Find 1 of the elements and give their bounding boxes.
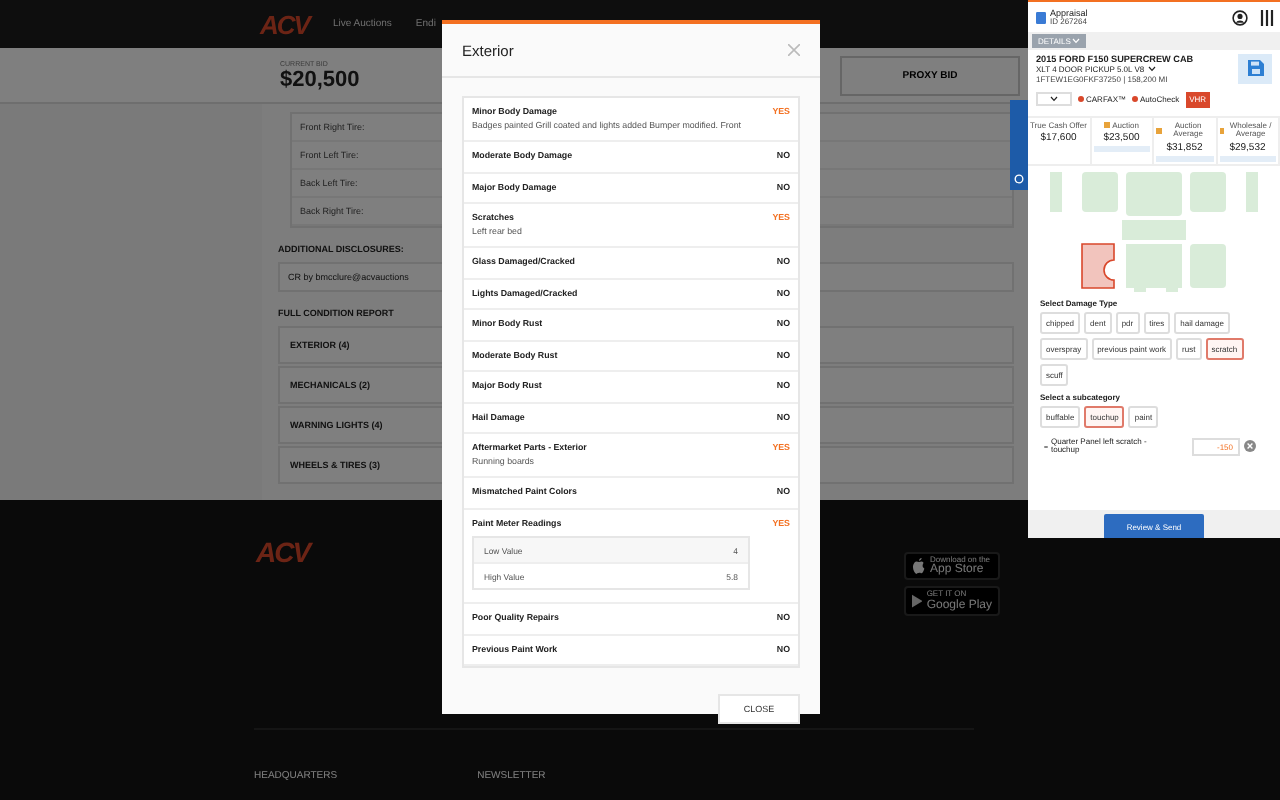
current-bid-amount: $20,500 [280, 67, 360, 91]
